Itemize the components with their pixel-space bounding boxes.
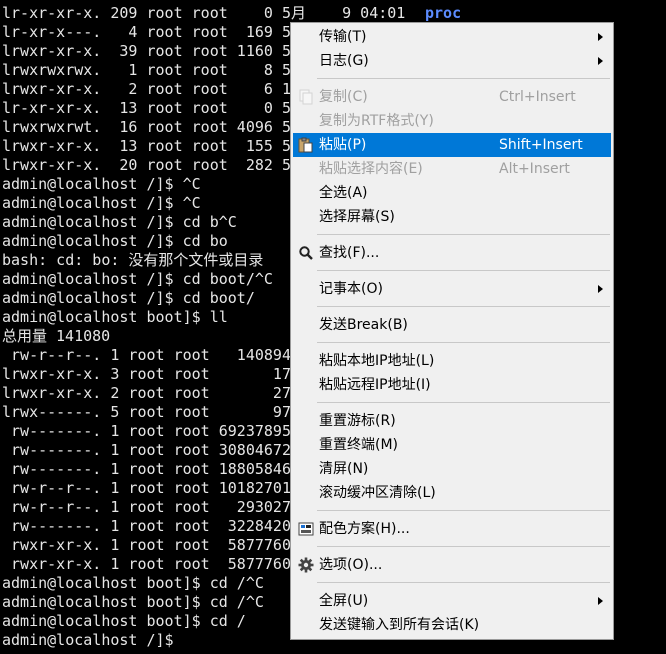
menu-item-clear-screen[interactable]: 清屏(N): [293, 457, 611, 481]
menu-item-label: 全屏(U): [319, 593, 369, 609]
paste-icon: [298, 137, 313, 153]
submenu-arrow-icon: [598, 285, 603, 293]
terminal-line: admin@localhost /]$ cd b^C: [2, 213, 237, 231]
menu-item-label: 粘贴选择内容(E): [319, 161, 423, 177]
menu-item-transfer[interactable]: 传输(T): [293, 25, 611, 49]
menu-item-send-key-all[interactable]: 发送键输入到所有会话(K): [293, 613, 611, 637]
terminal-line: rwxr-xr-x. 1 root root 5877760: [2, 536, 291, 554]
search-icon: [299, 246, 314, 261]
menu-item-label: 重置终端(M): [319, 437, 399, 453]
terminal-line: admin@localhost boot]$ cd /^C: [2, 593, 264, 611]
menu-item-label: 复制为RTF格式(Y): [319, 113, 434, 129]
terminal-line: lrwxr-xr-x. 2 root root 6 11: [2, 80, 301, 98]
menu-item-label: 复制(C): [319, 89, 368, 105]
terminal-line: lrwxr-xr-x. 2 root root 27: [2, 384, 291, 402]
terminal-line: rwxr-xr-x. 1 root root 5877760: [2, 555, 291, 573]
menu-item-label: 粘贴本地IP地址(L): [319, 353, 435, 369]
terminal-line: rw-------. 1 root root 30804672: [2, 441, 291, 459]
terminal-line: rw-r--r--. 1 root root 140894: [2, 346, 291, 364]
terminal-line: lrwxrwxrwt. 16 root root 4096 5月: [2, 118, 306, 136]
menu-item-label: 粘贴(P): [319, 137, 367, 153]
terminal-line: lr-xr-x---. 4 root root 169 5月: [2, 23, 306, 41]
menu-item-find[interactable]: 查找(F)...: [293, 241, 611, 265]
menu-separator: [317, 402, 610, 403]
menu-item-paste-remote-ip[interactable]: 粘贴远程IP地址(I): [293, 373, 611, 397]
gear-icon: [298, 557, 314, 573]
menu-separator: [317, 270, 610, 271]
menu-separator: [317, 306, 610, 307]
menu-item-shortcut: Alt+Insert: [499, 161, 570, 177]
menu-item-select-all[interactable]: 全选(A): [293, 181, 611, 205]
menu-item-label: 日志(G): [319, 53, 369, 69]
menu-item-label: 全选(A): [319, 185, 368, 201]
terminal-line: admin@localhost boot]$ cd /^C: [2, 574, 264, 592]
terminal-line: rw-------. 1 root root 3228420: [2, 517, 291, 535]
menu-item-label: 粘贴远程IP地址(I): [319, 377, 431, 393]
terminal-line: admin@localhost /]$ cd boot/^C: [2, 270, 273, 288]
menu-item-label: 配色方案(H)...: [319, 521, 410, 537]
menu-item-label: 发送键输入到所有会话(K): [319, 617, 480, 633]
terminal-line: admin@localhost boot]$ ll: [2, 308, 228, 326]
terminal-line: admin@localhost /]$: [2, 631, 174, 649]
menu-item-label: 清屏(N): [319, 461, 369, 477]
menu-item-select-screen[interactable]: 选择屏幕(S): [293, 205, 611, 229]
terminal-line: lr-xr-xr-x. 209 root root 0 5月 9 04:01: [2, 4, 415, 22]
menu-item-label: 记事本(O): [319, 281, 383, 297]
menu-item-label: 选项(O)...: [319, 557, 383, 573]
terminal-line: admin@localhost /]$ cd bo: [2, 232, 228, 250]
menu-item-notepad[interactable]: 记事本(O): [293, 277, 611, 301]
menu-item-label: 选择屏幕(S): [319, 209, 395, 225]
menu-separator: [317, 582, 610, 583]
terminal-line: admin@localhost boot]$ cd /: [2, 612, 246, 630]
terminal-line: bash: cd: bo: 没有那个文件或目录: [2, 251, 264, 269]
menu-item-color-scheme[interactable]: 配色方案(H)...: [293, 517, 611, 541]
menu-item-label: 重置游标(R): [319, 413, 396, 429]
terminal-line: rw-r--r--. 1 root root 10182701: [2, 479, 291, 497]
menu-separator: [317, 342, 610, 343]
terminal-line: lrwx------. 5 root root 97: [2, 403, 291, 421]
terminal-line: admin@localhost /]$ cd boot/: [2, 289, 255, 307]
menu-item-shortcut: Ctrl+Insert: [499, 89, 576, 105]
terminal-colored-text: proc: [425, 4, 462, 22]
terminal-line: lrwxr-xr-x. 13 root root 155 5月: [2, 137, 306, 155]
terminal-line: rw-------. 1 root root 69237895: [2, 422, 291, 440]
menu-separator: [317, 510, 610, 511]
terminal-line: admin@localhost /]$ ^C: [2, 175, 201, 193]
terminal-line: lrwxr-xr-x. 3 root root 17: [2, 365, 291, 383]
menu-separator: [317, 78, 610, 79]
menu-item-paste[interactable]: 粘贴(P) Shift+Insert: [293, 133, 611, 157]
menu-item-reset-cursor[interactable]: 重置游标(R): [293, 409, 611, 433]
menu-item-label: 发送Break(B): [319, 317, 408, 333]
submenu-arrow-icon: [598, 57, 603, 65]
menu-item-paste-selection: 粘贴选择内容(E) Alt+Insert: [293, 157, 611, 181]
copy-icon: [299, 89, 313, 105]
menu-item-label: 滚动缓冲区清除(L): [319, 485, 436, 501]
menu-item-log[interactable]: 日志(G): [293, 49, 611, 73]
terminal-line: lrwxr-xr-x. 39 root root 1160 5月: [2, 42, 306, 60]
menu-item-clear-scrollback[interactable]: 滚动缓冲区清除(L): [293, 481, 611, 505]
terminal-line: lrwxr-xr-x. 20 root root 282 5月: [2, 156, 306, 174]
menu-item-copy-rtf: 复制为RTF格式(Y): [293, 109, 611, 133]
submenu-arrow-icon: [598, 597, 603, 605]
menu-item-send-break[interactable]: 发送Break(B): [293, 313, 611, 337]
terminal-line: rw-r--r--. 1 root root 293027: [2, 498, 291, 516]
menu-item-label: 查找(F)...: [319, 245, 380, 261]
terminal-line: rw-------. 1 root root 18805846: [2, 460, 291, 478]
menu-item-shortcut: Shift+Insert: [499, 137, 583, 153]
menu-item-copy: 复制(C) Ctrl+Insert: [293, 85, 611, 109]
menu-item-options[interactable]: 选项(O)...: [293, 553, 611, 577]
terminal-line: lrwxrwxrwx. 1 root root 8 5月: [2, 61, 306, 79]
context-menu: 传输(T) 日志(G) 复制(C) Ctrl+Insert 复制为RTF格式(Y) 粘贴(…: [290, 22, 614, 640]
menu-separator: [317, 546, 610, 547]
terminal-line: 总用量 141080: [2, 327, 111, 345]
terminal-line: admin@localhost /]$ ^C: [2, 194, 201, 212]
menu-item-fullscreen[interactable]: 全屏(U): [293, 589, 611, 613]
terminal-line: lr-xr-xr-x. 13 root root 0 5月: [2, 99, 306, 117]
menu-item-paste-local-ip[interactable]: 粘贴本地IP地址(L): [293, 349, 611, 373]
menu-item-reset-terminal[interactable]: 重置终端(M): [293, 433, 611, 457]
menu-item-label: 传输(T): [319, 29, 367, 45]
submenu-arrow-icon: [598, 33, 603, 41]
menu-separator: [317, 234, 610, 235]
color-scheme-icon: [298, 522, 314, 536]
